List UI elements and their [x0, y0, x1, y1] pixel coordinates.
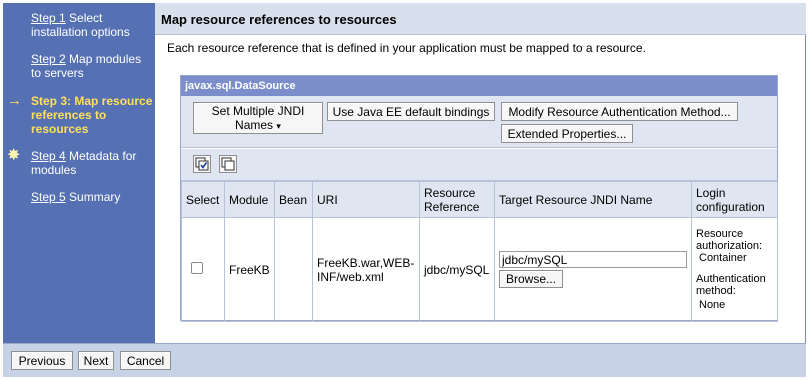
auth-value: Container: [699, 252, 747, 264]
set-multiple-line1: Set Multiple JNDI: [211, 104, 305, 118]
col-select[interactable]: Select: [181, 181, 225, 218]
target-jndi-cell: Browse...: [494, 217, 692, 322]
extended-properties-button[interactable]: Extended Properties...: [501, 124, 633, 143]
col-uri[interactable]: URI: [312, 181, 420, 218]
datasource-panel: javax.sql.DataSource Set Multiple JNDI N…: [180, 75, 778, 322]
step-3-label: Step 3: Map resource references to resou…: [31, 94, 153, 136]
jndi-name-input[interactable]: [499, 251, 687, 268]
step-5-label: Summary: [65, 190, 121, 204]
set-multiple-jndi-names-button[interactable]: Set Multiple JNDI Names ▾: [193, 102, 323, 134]
main-content: Map resource references to resources Eac…: [155, 3, 806, 343]
resource-reference-cell: jdbc/mySQL: [419, 217, 495, 322]
bean-cell: [274, 217, 313, 322]
col-target-jndi[interactable]: Target Resource JNDI Name: [494, 181, 692, 218]
uri-cell: FreeKB.war,WEB-INF/web.xml: [312, 217, 420, 322]
modify-auth-method-button[interactable]: Modify Resource Authentication Method...: [501, 102, 738, 121]
method-value: None: [699, 299, 726, 311]
row-checkbox[interactable]: [191, 262, 203, 274]
step-5-link[interactable]: Step 5: [31, 190, 66, 204]
col-login-config[interactable]: Login configuration: [691, 181, 778, 218]
next-button[interactable]: Next: [78, 351, 114, 370]
previous-button[interactable]: Previous: [11, 351, 73, 370]
module-cell: FreeKB: [224, 217, 275, 322]
col-module[interactable]: Module: [224, 181, 275, 218]
use-default-bindings-button[interactable]: Use Java EE default bindings: [327, 102, 495, 121]
col-resource-reference[interactable]: Resource Reference: [419, 181, 495, 218]
table-header-row: Select Module Bean URI Resource Referenc…: [181, 181, 778, 218]
table-row: FreeKB FreeKB.war,WEB-INF/web.xml jdbc/m…: [181, 217, 778, 322]
browse-button[interactable]: Browse...: [499, 270, 563, 288]
star-icon: ✸: [7, 147, 21, 164]
step-4-link[interactable]: Step 4: [31, 149, 66, 163]
login-config-cell: Resource authorization: Container Authen…: [691, 217, 778, 322]
datasource-toolbar: Set Multiple JNDI Names ▾ Use Java EE de…: [181, 96, 777, 148]
col-bean[interactable]: Bean: [274, 181, 313, 218]
wizard-nav-bar: Previous Next Cancel: [3, 343, 806, 377]
page-title: Map resource references to resources: [155, 3, 806, 35]
arrow-right-icon: →: [7, 92, 22, 109]
datasource-header: javax.sql.DataSource: [181, 76, 777, 96]
row-select-cell: [181, 217, 225, 322]
select-all-icon[interactable]: [193, 155, 211, 173]
auth-label: Resource authorization:: [696, 228, 763, 252]
chevron-down-icon: ▾: [276, 121, 281, 131]
cancel-button[interactable]: Cancel: [120, 351, 171, 370]
step-2-link[interactable]: Step 2: [31, 52, 66, 66]
method-label: Authentication method:: [696, 273, 766, 297]
set-multiple-line2: Names: [235, 118, 274, 132]
page-description: Each resource reference that is defined …: [167, 41, 646, 55]
selection-iconbar: [181, 149, 777, 181]
deselect-all-icon[interactable]: [219, 155, 237, 173]
resource-mapping-table: Select Module Bean URI Resource Referenc…: [181, 181, 778, 322]
step-1-link[interactable]: Step 1: [31, 11, 66, 25]
wizard-steps-sidebar: Step 1 Select installation options Step …: [3, 3, 155, 343]
